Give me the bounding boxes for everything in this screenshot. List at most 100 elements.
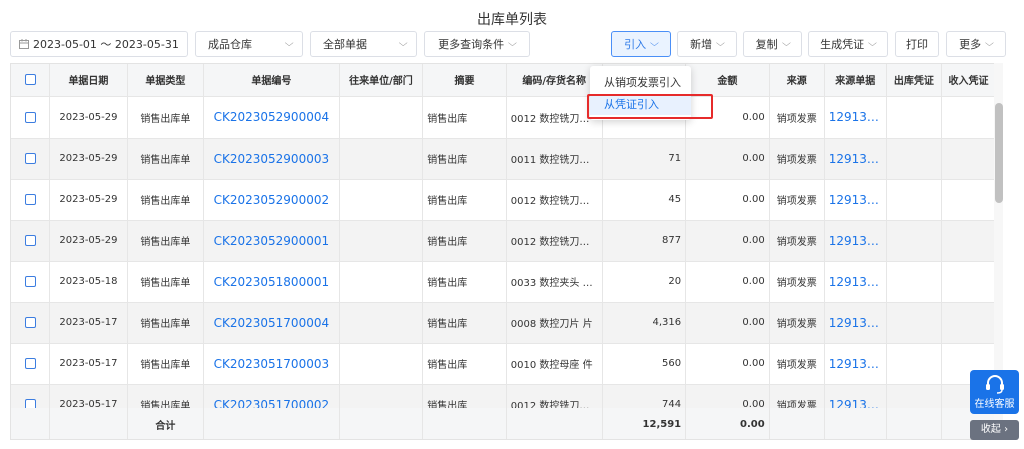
vertical-scrollbar-thumb[interactable]	[995, 103, 1003, 203]
table-total-row: 合计 12,591 0.00	[11, 408, 994, 439]
chevron-down-icon: ⌵	[650, 39, 659, 49]
cell-out-voucher	[886, 138, 942, 180]
cell-income-voucher	[941, 261, 994, 303]
cell-number[interactable]: CK2023051700003	[203, 343, 340, 385]
import-button[interactable]: 引入 ⌵	[611, 31, 671, 57]
row-checkbox[interactable]	[11, 220, 51, 262]
select-all-checkbox[interactable]	[11, 64, 51, 97]
chevron-down-icon: ⌵	[985, 39, 994, 49]
cell-qty: 71	[602, 138, 687, 180]
table-row[interactable]: 2023-05-17 销售出库单 CK2023051700003 销售出库 0010 数…	[11, 343, 994, 385]
cell-source-no[interactable]: 12913668	[824, 261, 887, 303]
cell-date: 2023-05-17	[49, 302, 128, 344]
cell-out-voucher	[886, 384, 942, 408]
cell-party	[339, 138, 424, 180]
date-range-picker[interactable]: 2023-05-01 ～ 2023-05-31	[10, 31, 188, 57]
cell-number[interactable]: CK2023052900001	[203, 220, 340, 262]
cell-income-voucher	[941, 138, 994, 180]
generate-voucher-label: 生成凭证	[820, 38, 865, 51]
cell-number[interactable]: CK2023052900004	[203, 97, 340, 139]
cell-number[interactable]: CK2023052900003	[203, 138, 340, 180]
cell-item: 0033 数控夹头 5...	[506, 261, 603, 303]
cell-type: 销售出库单	[127, 97, 205, 139]
add-button[interactable]: 新增 ⌵	[677, 31, 737, 57]
copy-button[interactable]: 复制 ⌵	[743, 31, 802, 57]
cell-out-voucher	[886, 302, 942, 344]
col-item: 编码/存货名称	[506, 64, 603, 97]
table-header: 单据日期 单据类型 单据编号 往来单位/部门 摘要 编码/存货名称 数量 金额 …	[11, 64, 994, 97]
table-row[interactable]: 2023-05-17 销售出库单 CK2023051700004 销售出库 0008 数…	[11, 302, 994, 344]
cell-party	[339, 179, 424, 221]
chevron-down-icon: ⌵	[781, 39, 791, 49]
cell-number[interactable]: CK2023051800001	[203, 261, 340, 303]
col-party: 往来单位/部门	[339, 64, 424, 97]
cell-type: 销售出库单	[127, 179, 205, 221]
cell-income-voucher	[941, 97, 994, 139]
cell-number[interactable]: CK2023051700002	[203, 384, 340, 408]
cell-summary: 销售出库	[422, 138, 507, 180]
collapse-button[interactable]: 收起 ›	[970, 420, 1019, 440]
cell-source-no[interactable]: 12913671	[824, 138, 887, 180]
cell-source: 销项发票	[769, 343, 825, 385]
table-row[interactable]: 2023-05-29 销售出库单 CK2023052900002 销售出库 0012 数…	[11, 179, 994, 221]
add-label: 新增	[690, 38, 713, 51]
cell-type: 销售出库单	[127, 261, 205, 303]
row-checkbox[interactable]	[11, 261, 51, 303]
cell-amount: 0.00	[685, 343, 770, 385]
cell-source-no[interactable]: 12913666	[824, 343, 887, 385]
cell-source-no[interactable]: 12913669	[824, 220, 887, 262]
cell-type: 销售出库单	[127, 138, 205, 180]
warehouse-select[interactable]: 成品仓库 ⌵	[195, 31, 303, 57]
cell-party	[339, 343, 424, 385]
table-row[interactable]: 2023-05-29 销售出库单 CK2023052900004 销售出库 0012 数…	[11, 97, 994, 139]
doc-type-select[interactable]: 全部单据 ⌵	[310, 31, 417, 57]
cell-type: 销售出库单	[127, 302, 205, 344]
page-title: 出库单列表	[477, 12, 547, 28]
doc-type-value: 全部单据	[323, 38, 367, 51]
col-amount: 金额	[685, 64, 770, 97]
highlight-annotation-box	[587, 94, 713, 119]
cell-source: 销项发票	[769, 97, 825, 139]
more-button[interactable]: 更多 ⌵	[946, 31, 1006, 57]
cell-amount: 0.00	[685, 302, 770, 344]
more-filters-label: 更多查询条件	[438, 38, 505, 51]
col-out-voucher: 出库凭证	[886, 64, 942, 97]
generate-voucher-button[interactable]: 生成凭证 ⌵	[808, 31, 888, 57]
cell-qty: 744	[602, 384, 687, 408]
copy-label: 复制	[755, 38, 778, 51]
cell-amount: 0.00	[685, 261, 770, 303]
cell-source-no[interactable]: 12913672	[824, 97, 887, 139]
cell-number[interactable]: CK2023051700004	[203, 302, 340, 344]
cell-number[interactable]: CK2023052900002	[203, 179, 340, 221]
cell-date: 2023-05-17	[49, 384, 128, 408]
total-qty: 12,591	[602, 408, 687, 439]
row-checkbox[interactable]	[11, 97, 51, 139]
row-checkbox[interactable]	[11, 384, 51, 408]
table-body-viewport[interactable]: 2023-05-29 销售出库单 CK2023052900004 销售出库 0012 数…	[11, 97, 994, 408]
cell-date: 2023-05-18	[49, 261, 128, 303]
chevron-down-icon: ⌵	[716, 39, 725, 49]
cell-source-no[interactable]: 12913667	[824, 302, 887, 344]
print-label: 打印	[906, 38, 928, 51]
chevron-down-icon: ⌵	[398, 39, 408, 49]
cell-source-no[interactable]: 12913665	[824, 384, 887, 408]
cell-source-no[interactable]: 12913670	[824, 179, 887, 221]
table-row[interactable]: 2023-05-29 销售出库单 CK2023052900003 销售出库 0011 数…	[11, 138, 994, 180]
chevron-down-icon: ⌵	[508, 39, 517, 49]
row-checkbox[interactable]	[11, 138, 51, 180]
row-checkbox[interactable]	[11, 179, 51, 221]
table-row[interactable]: 2023-05-29 销售出库单 CK2023052900001 销售出库 0012 数…	[11, 220, 994, 262]
table-row[interactable]: 2023-05-17 销售出库单 CK2023051700002 销售出库 0012 数…	[11, 384, 994, 408]
print-button[interactable]: 打印	[895, 31, 939, 57]
table-row[interactable]: 2023-05-18 销售出库单 CK2023051800001 销售出库 0033 数…	[11, 261, 994, 303]
col-source: 来源	[769, 64, 825, 97]
menu-item-import-from-sales-invoice[interactable]: 从销项发票引入	[590, 73, 691, 93]
row-checkbox[interactable]	[11, 302, 51, 344]
cell-type: 销售出库单	[127, 220, 205, 262]
more-filters-button[interactable]: 更多查询条件 ⌵	[424, 31, 530, 57]
online-service-button[interactable]: 在线客服	[970, 370, 1019, 414]
row-checkbox[interactable]	[11, 343, 51, 385]
cell-out-voucher	[886, 261, 942, 303]
col-summary: 摘要	[422, 64, 507, 97]
cell-amount: 0.00	[685, 384, 770, 408]
